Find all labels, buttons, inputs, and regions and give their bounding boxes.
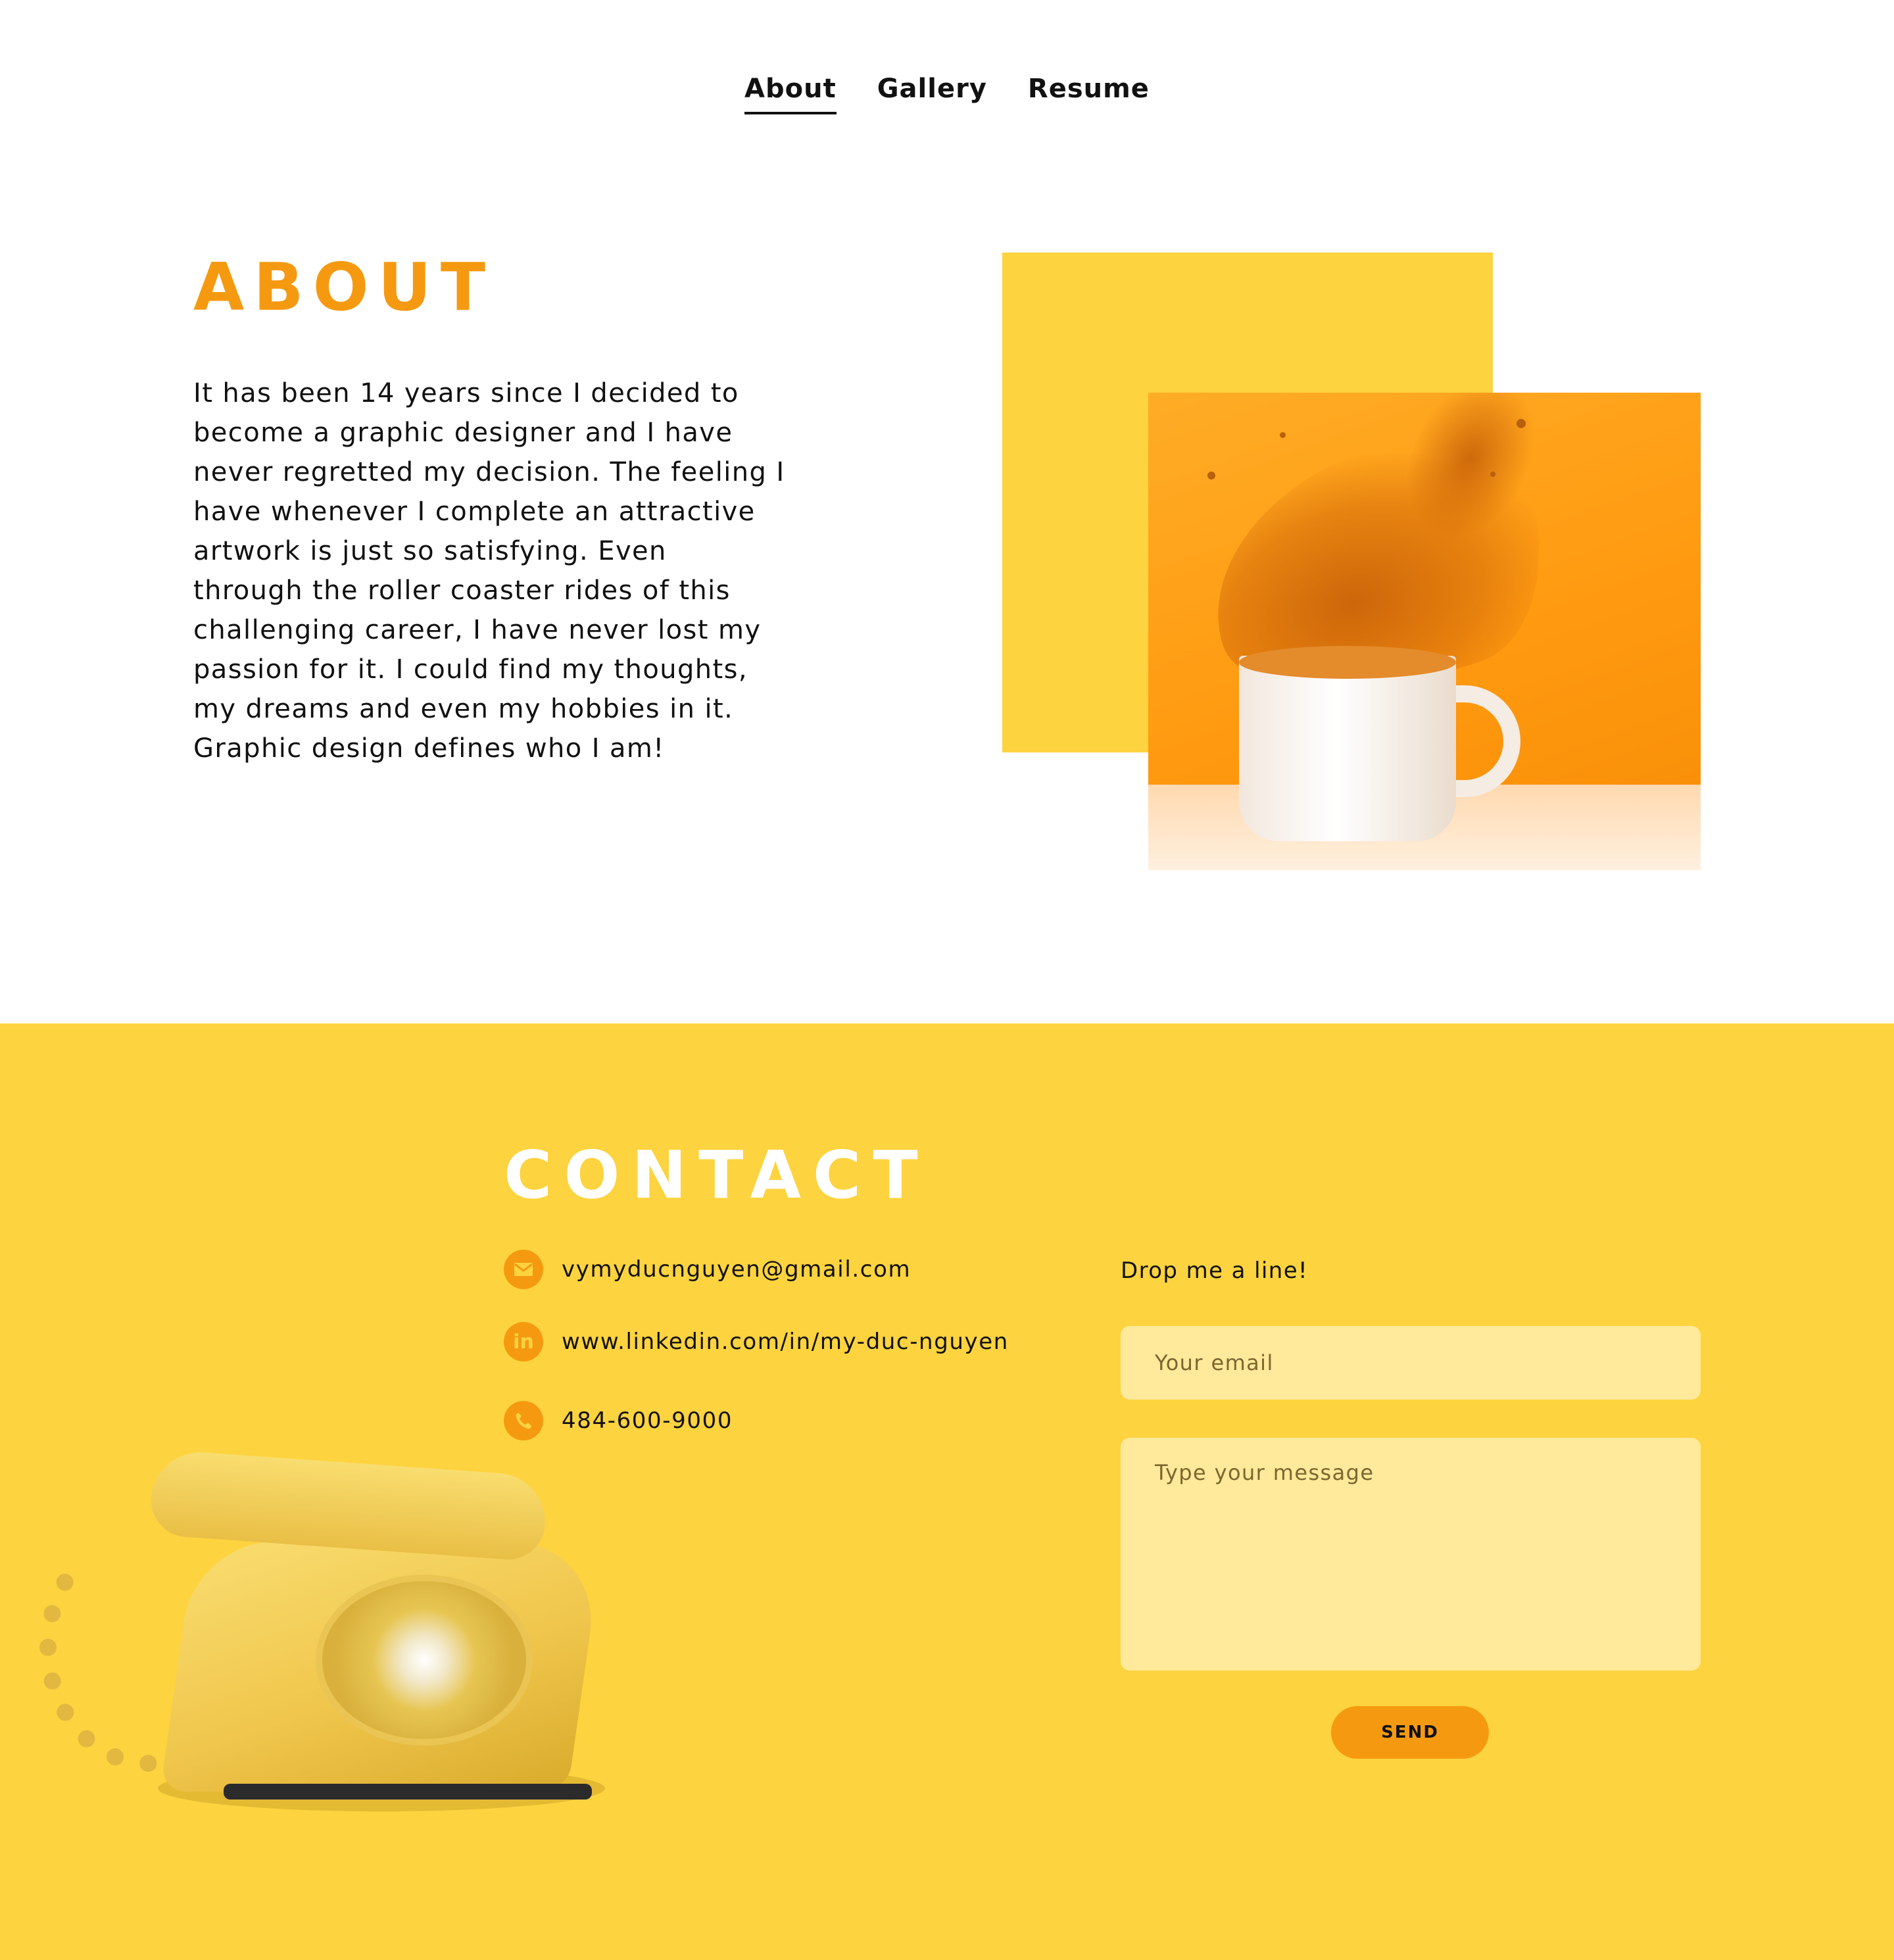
contact-phone-text[interactable]: 484-600-9000 [562,1408,733,1434]
contact-phone-row[interactable]: 484-600-9000 [504,1401,733,1440]
splash-drop [1517,419,1526,428]
about-text: It has been 14 years since I decided to … [193,378,785,764]
contact-title: CONTACT [504,1137,930,1213]
contact-linkedin-row[interactable]: in www.linkedin.com/in/my-duc-nguyen [504,1322,1009,1361]
splash-drop [1490,472,1495,477]
phone-dial [316,1575,533,1746]
phone-feet [224,1784,592,1800]
nav-about[interactable]: About [744,74,837,114]
main-nav: About Gallery Resume [0,74,1894,114]
message-field[interactable] [1121,1438,1701,1671]
splash-drop [1207,472,1215,479]
contact-section: CONTACT vymyducnguyen@gmail.com in www.l… [0,1023,1894,1960]
contact-email-row[interactable]: vymyducnguyen@gmail.com [504,1250,911,1289]
mail-icon [504,1250,543,1289]
tea-splash-photo [1148,393,1701,870]
about-title: ABOUT [193,249,495,326]
nav-resume[interactable]: Resume [1028,74,1150,114]
mug-rim [1239,646,1456,679]
form-intro: Drop me a line! [1121,1258,1309,1284]
contact-linkedin-text[interactable]: www.linkedin.com/in/my-duc-nguyen [562,1329,1009,1355]
email-field[interactable] [1121,1326,1701,1400]
send-button[interactable]: SEND [1331,1706,1489,1759]
mug [1239,656,1456,841]
splash-drop [1280,432,1286,438]
linkedin-icon: in [504,1322,543,1361]
nav-gallery[interactable]: Gallery [877,74,987,114]
contact-email-text[interactable]: vymyducnguyen@gmail.com [562,1256,911,1283]
yellow-rotary-phone-image [26,1449,605,1818]
phone-icon [504,1401,543,1440]
